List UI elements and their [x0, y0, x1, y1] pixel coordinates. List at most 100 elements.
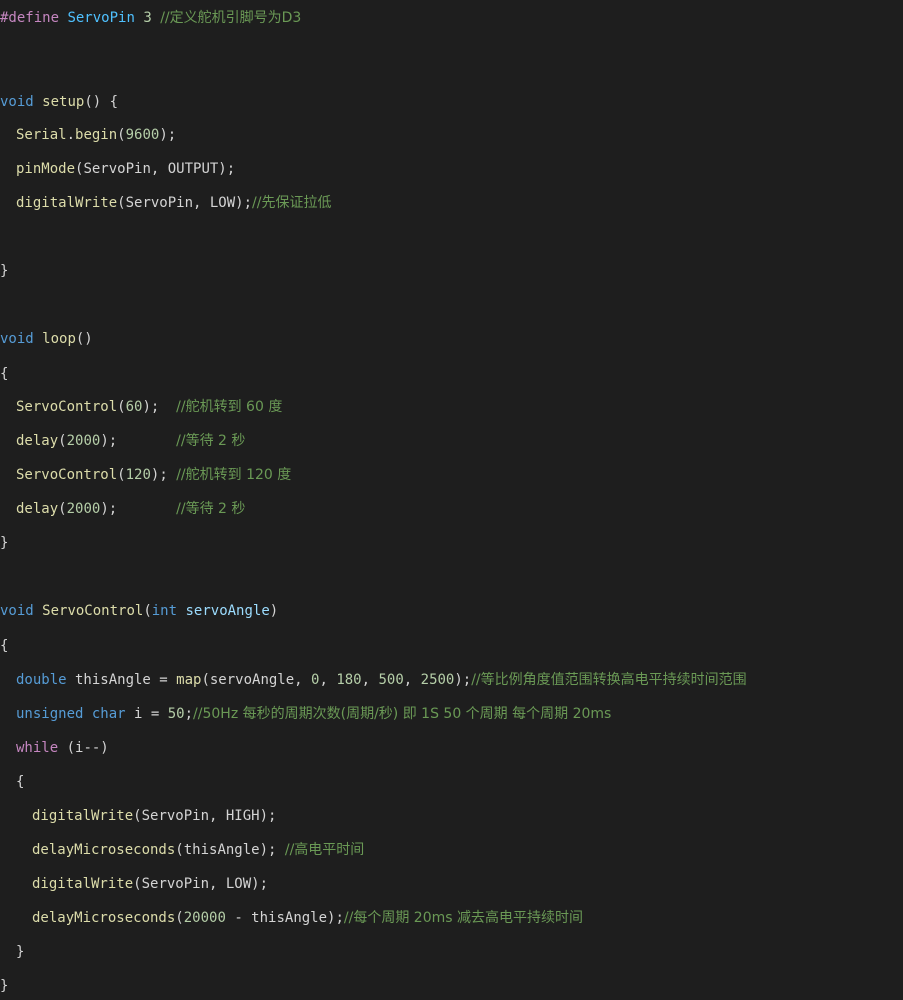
punctuation: ); — [142, 399, 177, 415]
punctuation: ( — [117, 127, 126, 143]
arguments: (ServoPin, OUTPUT); — [75, 161, 236, 177]
brace: } — [0, 978, 9, 994]
code-line-map: double thisAngle = map(servoAngle, 0, 18… — [0, 670, 747, 690]
macro-name: ServoPin — [67, 10, 135, 26]
keyword-type: unsigned — [16, 706, 84, 722]
keyword-type: void — [0, 331, 34, 347]
punctuation: ); — [100, 501, 177, 517]
preprocessor-directive: #define — [0, 10, 60, 26]
punctuation: ( — [175, 910, 184, 926]
parameter-name: servoAngle — [185, 603, 270, 619]
function-name: ServoControl — [16, 467, 118, 483]
keyword-type: void — [0, 94, 34, 110]
arguments: (ServoPin, HIGH); — [133, 808, 277, 824]
code-line-delay: delay(2000); //等待 2 秒 — [0, 431, 245, 451]
comment: //等比例角度值范围转换高电平持续时间范围 — [471, 672, 747, 688]
brace: { — [0, 638, 9, 654]
brace: { — [0, 366, 9, 382]
brace: } — [16, 944, 25, 960]
punctuation: ); — [454, 672, 472, 688]
punctuation: () — [75, 331, 93, 347]
function-name: ServoControl — [16, 399, 118, 415]
object-name: Serial — [16, 127, 67, 143]
code-editor[interactable]: #define ServoPin 3 //定义舵机引脚号为D3 void set… — [0, 0, 903, 1000]
code-line-digitalwrite-low: digitalWrite(ServoPin, LOW);//先保证拉低 — [0, 193, 331, 213]
code-line-delay: delay(2000); //等待 2 秒 — [0, 499, 245, 519]
punctuation: ( — [143, 603, 152, 619]
function-name: digitalWrite — [32, 876, 134, 892]
function-name: begin — [75, 127, 118, 143]
code-text: thisAngle = — [66, 672, 177, 688]
comment: //每个周期 20ms 减去高电平持续时间 — [343, 910, 583, 926]
code-line-open-brace: { — [0, 772, 24, 792]
punctuation: ) — [269, 603, 279, 619]
function-name: loop — [42, 331, 76, 347]
arguments: (ServoPin, LOW); — [117, 195, 253, 211]
number-literal: 120 — [125, 467, 151, 483]
punctuation: , — [403, 672, 421, 688]
function-name: digitalWrite — [32, 808, 134, 824]
code-line-unsigned-char: unsigned char i = 50;//50Hz 每秒的周期次数(周期/秒… — [0, 704, 611, 724]
code-line-loop: void loop() — [0, 329, 93, 349]
punctuation: ( — [117, 467, 126, 483]
keyword-type: double — [16, 672, 67, 688]
comment: //舵机转到 60 度 — [176, 399, 283, 415]
code-line-close-brace: } — [0, 533, 8, 553]
function-name: setup — [42, 94, 85, 110]
code-text: (servoAngle, — [201, 672, 312, 688]
comment: //50Hz 每秒的周期次数(周期/秒) 即 1S 50 个周期 每个周期 20… — [193, 706, 612, 722]
keyword-type: int — [151, 603, 178, 619]
number-literal: 500 — [378, 672, 404, 688]
number-literal: 9600 — [125, 127, 160, 143]
code-line-setup: void setup() { — [0, 92, 118, 112]
function-name: delayMicroseconds — [32, 910, 176, 926]
number-literal: 2500 — [420, 672, 455, 688]
keyword-type: char — [91, 706, 126, 722]
punctuation: ); — [150, 467, 177, 483]
code-line-close-brace: } — [0, 261, 8, 281]
code-text: - thisAngle); — [225, 910, 344, 926]
function-name: delay — [16, 501, 59, 517]
code-line-delaymicroseconds: delayMicroseconds(thisAngle); //高电平时间 — [0, 840, 364, 860]
number-literal: 180 — [336, 672, 362, 688]
comment: //定义舵机引脚号为D3 — [160, 10, 302, 26]
function-name: pinMode — [16, 161, 76, 177]
comment: //等待 2 秒 — [176, 501, 246, 517]
macro-value: 3 — [143, 10, 152, 26]
code-line-define: #define ServoPin 3 //定义舵机引脚号为D3 — [0, 8, 301, 28]
keyword-type: void — [0, 603, 34, 619]
number-literal: 60 — [125, 399, 143, 415]
arguments: (ServoPin, LOW); — [133, 876, 269, 892]
comment: //舵机转到 120 度 — [176, 467, 292, 483]
number-literal: 2000 — [66, 501, 101, 517]
code-line-close-brace: } — [0, 976, 8, 996]
punctuation: ; — [184, 706, 194, 722]
code-line-serial-begin: Serial.begin(9600); — [0, 125, 176, 145]
number-literal: 20000 — [183, 910, 226, 926]
function-name: delayMicroseconds — [32, 842, 176, 858]
comment: //等待 2 秒 — [176, 433, 246, 449]
comment: //先保证拉低 — [252, 195, 332, 211]
number-literal: 2000 — [66, 433, 101, 449]
brace: } — [0, 535, 9, 551]
punctuation: ); — [159, 127, 177, 143]
code-text: i = — [125, 706, 168, 722]
punctuation: () { — [84, 94, 119, 110]
code-line-open-brace: { — [0, 636, 8, 656]
comment: //高电平时间 — [284, 842, 365, 858]
punctuation: ( — [58, 433, 67, 449]
code-line-delaymicroseconds: delayMicroseconds(20000 - thisAngle);//每… — [0, 908, 583, 928]
arguments: (thisAngle); — [175, 842, 285, 858]
code-line-servocontrol-def: void ServoControl(int servoAngle) — [0, 601, 278, 621]
punctuation: ); — [100, 433, 177, 449]
keyword-control: while — [16, 740, 59, 756]
code-line-close-brace: } — [0, 942, 24, 962]
brace: } — [0, 263, 9, 279]
punctuation: . — [66, 127, 76, 143]
brace: { — [16, 774, 25, 790]
punctuation: , — [361, 672, 379, 688]
function-name: ServoControl — [42, 603, 144, 619]
code-text: (i--) — [58, 740, 109, 756]
code-line-digitalwrite-high: digitalWrite(ServoPin, HIGH); — [0, 806, 276, 826]
